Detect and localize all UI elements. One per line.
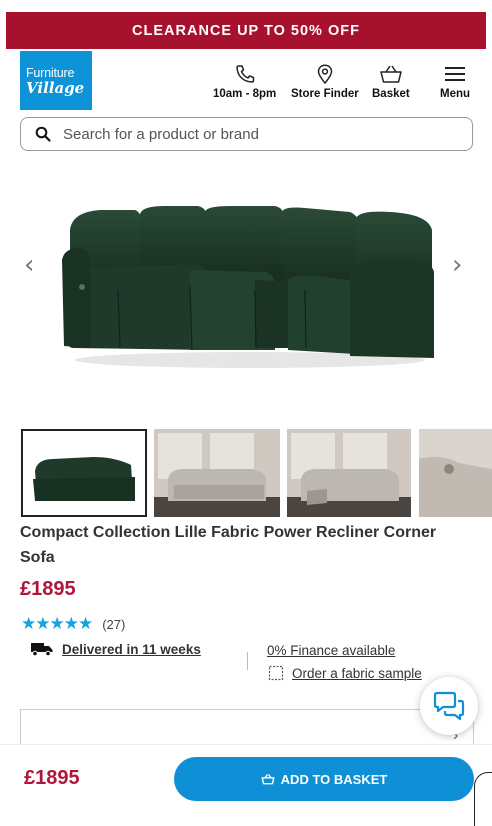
product-title: Compact Collection Lille Fabric Power Re… [20, 524, 437, 566]
add-to-basket-button[interactable]: ADD TO BASKET [174, 757, 474, 801]
corner-decoration [474, 772, 492, 826]
thumbnail-image [287, 429, 411, 517]
divider [247, 652, 248, 670]
delivery-link[interactable]: Delivered in 11 weeks [62, 642, 201, 657]
basket-icon [380, 65, 402, 83]
phone-icon [235, 65, 254, 83]
logo-line-2: Village [26, 78, 85, 97]
thumbnail-image [419, 429, 492, 517]
thumbnail-1[interactable] [21, 429, 147, 517]
thumbnail-4[interactable] [419, 429, 492, 517]
thumbnail-image [154, 429, 280, 517]
promo-text: CLEARANCE UP TO 50% OFF [132, 22, 360, 39]
store-finder-label: Store Finder [291, 88, 359, 100]
menu-button[interactable]: Menu [440, 64, 470, 100]
hamburger-icon [445, 67, 466, 81]
menu-label: Menu [440, 88, 471, 100]
search-icon [35, 126, 51, 142]
opening-hours-link[interactable]: 10am - 8pm [213, 64, 276, 100]
thumbnail-3[interactable] [287, 429, 411, 517]
previous-image-button[interactable]: ‹ [24, 250, 34, 280]
search-bar[interactable] [20, 117, 473, 151]
search-input[interactable] [63, 125, 443, 143]
basket-label: Basket [372, 88, 410, 100]
star-rating-icon: ★★★★★ [21, 614, 93, 633]
basket-icon [261, 773, 275, 785]
store-finder-link[interactable]: Store Finder [291, 64, 359, 100]
brand-logo[interactable]: Furniture Village [20, 51, 92, 110]
basket-link[interactable]: Basket [372, 64, 410, 100]
delivery-info[interactable]: Delivered in 11 weeks [30, 641, 201, 657]
product-price: £1895 [20, 578, 76, 600]
thumbnail-2[interactable] [154, 429, 280, 517]
add-to-basket-label: ADD TO BASKET [280, 771, 388, 787]
location-pin-icon [317, 64, 333, 84]
thumbnail-image [23, 431, 145, 515]
logo-line-1: Furniture [26, 65, 75, 80]
review-count: (27) [102, 616, 126, 632]
fabric-sample-link[interactable]: Order a fabric sample [268, 665, 422, 681]
delivery-truck-icon [31, 643, 53, 657]
next-image-button[interactable]: › [452, 250, 462, 280]
promo-banner[interactable]: CLEARANCE UP TO 50% OFF [6, 12, 486, 49]
sticky-price: £1895 [24, 767, 80, 789]
fabric-swatch-icon [268, 665, 284, 681]
finance-link[interactable]: 0% Finance available [267, 643, 395, 658]
product-main-image [62, 206, 434, 368]
chat-button[interactable] [420, 677, 478, 735]
opening-hours-label: 10am - 8pm [213, 88, 277, 100]
product-rating[interactable]: ★★★★★ (27) [21, 614, 125, 634]
fabric-sample-label: Order a fabric sample [292, 665, 422, 681]
chat-bubbles-icon [433, 691, 465, 721]
